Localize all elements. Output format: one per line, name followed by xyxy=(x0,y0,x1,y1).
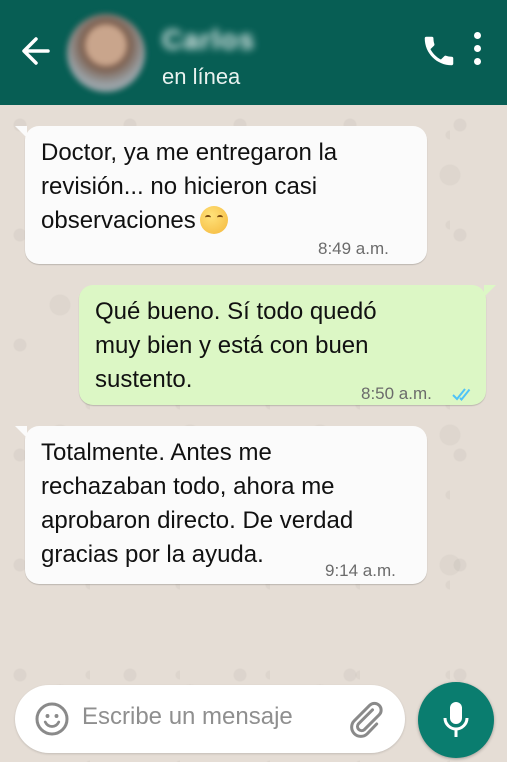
message-bubble-incoming[interactable]: Totalmente. Antes me rechazaban todo, ah… xyxy=(15,426,427,584)
phone-icon[interactable] xyxy=(420,32,458,70)
back-arrow-icon[interactable] xyxy=(18,33,54,69)
message-text: Doctor, ya me entregaron la revisión... … xyxy=(41,139,338,234)
message-time: 8:50 a.m. xyxy=(361,384,432,403)
attach-icon[interactable] xyxy=(345,699,385,739)
contact-name[interactable]: Carlos xyxy=(162,24,255,56)
message-text: Qué bueno. Sí todo quedó muy bien y está… xyxy=(95,298,377,393)
message-time: 8:49 a.m. xyxy=(318,239,389,258)
avatar[interactable] xyxy=(67,14,145,92)
message-time: 9:14 a.m. xyxy=(325,561,396,580)
message-composer: Escribe un mensaje xyxy=(15,685,405,753)
relieved-face-emoji-icon xyxy=(199,206,228,234)
chat-header: Carlos en línea xyxy=(0,0,507,105)
double-check-icon xyxy=(451,379,475,413)
mic-icon xyxy=(443,702,469,737)
message-bubble-incoming[interactable]: Doctor, ya me entregaron la revisión... … xyxy=(15,126,427,264)
message-bubble-outgoing[interactable]: Qué bueno. Sí todo quedó muy bien y está… xyxy=(79,285,496,405)
more-vert-icon[interactable] xyxy=(470,32,484,72)
contact-status: en línea xyxy=(162,64,241,89)
emoji-icon[interactable] xyxy=(34,701,70,737)
mic-button[interactable] xyxy=(418,682,494,758)
message-text: Totalmente. Antes me rechazaban todo, ah… xyxy=(41,439,354,568)
message-input[interactable]: Escribe un mensaje xyxy=(82,703,293,731)
